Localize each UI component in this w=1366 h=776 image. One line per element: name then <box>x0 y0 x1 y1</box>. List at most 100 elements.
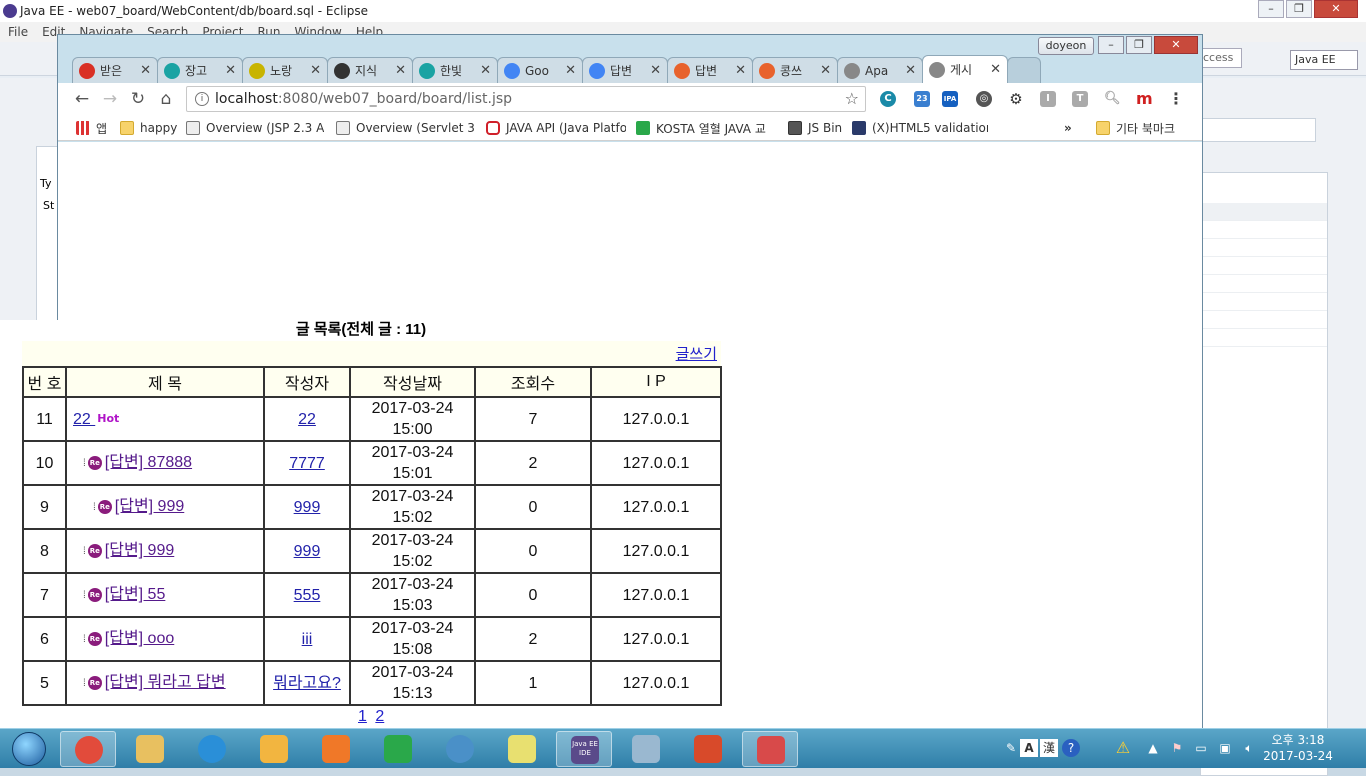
other-bookmarks[interactable]: 기타 북마크 <box>1096 120 1186 136</box>
extension-badge-23-icon[interactable]: 23 <box>914 91 930 107</box>
tab-close-icon[interactable]: ✕ <box>649 63 661 78</box>
taskbar-notepad[interactable] <box>618 731 674 767</box>
tab-close-icon[interactable]: ✕ <box>989 62 1001 77</box>
bookmark-jsbin[interactable]: JS Bin <box>788 120 850 136</box>
close-button[interactable]: ✕ <box>1154 36 1198 54</box>
help-icon[interactable]: ? <box>1062 739 1080 757</box>
extension-m-icon[interactable]: m <box>1136 91 1153 107</box>
tab-10[interactable]: 게시 ✕ <box>922 55 1008 83</box>
tab-7[interactable]: 답변 ✕ <box>667 57 753 83</box>
minimize-button[interactable]: – <box>1098 36 1124 54</box>
taskbar-sticky[interactable] <box>494 731 550 767</box>
bookmark-happy[interactable]: happy <box>120 120 182 136</box>
extension-ipa-icon[interactable]: IPA <box>942 91 958 107</box>
quick-access-field[interactable]: ccess <box>1200 48 1242 68</box>
home-icon[interactable]: ⌂ <box>156 89 176 109</box>
ime-hanja-icon[interactable]: 漢 <box>1040 739 1058 757</box>
warning-icon[interactable]: ⚠ <box>1114 739 1132 757</box>
menu-file[interactable]: File <box>8 22 28 42</box>
new-tab-button[interactable] <box>1007 57 1041 83</box>
tab-4[interactable]: 한빛 ✕ <box>412 57 498 83</box>
outline-search-field[interactable] <box>1200 118 1316 142</box>
tab-close-icon[interactable]: ✕ <box>309 63 321 78</box>
forward-icon[interactable]: → <box>100 89 120 109</box>
post-writer-link[interactable]: 999 <box>294 499 321 516</box>
tab-close-icon[interactable]: ✕ <box>564 63 576 78</box>
action-center-icon[interactable]: ⚑ <box>1168 739 1186 757</box>
post-writer-link[interactable]: 22 <box>298 411 316 428</box>
tab-1[interactable]: 장고 ✕ <box>157 57 243 83</box>
bookmark-java-api[interactable]: JAVA API (Java Platfo <box>486 120 626 136</box>
chrome-menu-icon[interactable]: ⋮ <box>1168 91 1184 107</box>
volume-icon[interactable]: 🔈︎ <box>1240 739 1258 757</box>
tab-3[interactable]: 지식 ✕ <box>327 57 413 83</box>
extension-i-icon[interactable]: I <box>1040 91 1056 107</box>
maximize-button[interactable]: ❐ <box>1126 36 1152 54</box>
extension-c-icon[interactable]: C <box>880 91 896 107</box>
write-post-link[interactable]: 글쓰기 <box>676 343 717 364</box>
tab-close-icon[interactable]: ✕ <box>394 63 406 78</box>
network-icon[interactable]: ▭ <box>1192 739 1210 757</box>
post-subject-link[interactable]: [답변] 87888 <box>105 454 192 471</box>
taskbar-chrome[interactable] <box>60 731 116 767</box>
bookmark-validator[interactable]: (X)HTML5 validation <box>852 120 988 136</box>
post-subject-link[interactable]: [답변] 뭐라고 답변 <box>105 674 226 691</box>
post-subject-link[interactable]: [답변] 999 <box>115 498 184 515</box>
taskbar-network[interactable] <box>432 731 488 767</box>
back-icon[interactable]: ← <box>72 89 92 109</box>
tab-close-icon[interactable]: ✕ <box>904 63 916 78</box>
post-subject-link[interactable]: [답변] ooo <box>105 630 174 647</box>
settings-gear-icon[interactable]: ⚙ <box>1008 91 1024 107</box>
info-icon[interactable]: i <box>195 92 209 106</box>
tab-6[interactable]: 답변 ✕ <box>582 57 668 83</box>
bookmark-kosta[interactable]: KOSTA 열혈 JAVA 교 <box>636 120 776 136</box>
tab-8[interactable]: 콩쓰 ✕ <box>752 57 838 83</box>
taskbar-media[interactable] <box>308 731 364 767</box>
minimize-button[interactable]: – <box>1258 0 1284 18</box>
tab-close-icon[interactable]: ✕ <box>479 63 491 78</box>
post-subject-link[interactable]: [답변] 999 <box>105 542 174 559</box>
taskbar-ie[interactable] <box>184 731 240 767</box>
tools-icon[interactable]: ✎ <box>1002 739 1020 757</box>
tab-0[interactable]: 받은 ✕ <box>72 57 158 83</box>
post-subject-link[interactable]: 22 <box>73 411 95 428</box>
post-writer-link[interactable]: 555 <box>294 587 321 604</box>
taskbar-eraser[interactable] <box>742 731 798 767</box>
page-link-1[interactable]: 1 <box>358 708 367 725</box>
extension-search-icon[interactable]: 🔍︎ <box>1104 91 1121 107</box>
tray-expand-icon[interactable]: ▲ <box>1144 739 1162 757</box>
bookmark-jsp-api[interactable]: Overview (JSP 2.3 API <box>186 120 324 136</box>
taskbar-explorer[interactable] <box>122 731 178 767</box>
bookmark-star-icon[interactable]: ☆ <box>845 89 859 108</box>
clock[interactable]: 오후 3:18 2017-03-24 <box>1258 732 1338 764</box>
tab-2[interactable]: 노랑 ✕ <box>242 57 328 83</box>
bookmarks-overflow-chevron[interactable]: » <box>1064 120 1078 136</box>
tab-close-icon[interactable]: ✕ <box>819 63 831 78</box>
taskbar-javaee[interactable]: Java EE IDE <box>556 731 612 767</box>
extension-reel-icon[interactable]: ◎ <box>976 91 992 107</box>
display-icon[interactable]: ▣ <box>1216 739 1234 757</box>
reload-icon[interactable]: ↻ <box>128 89 148 109</box>
tab-close-icon[interactable]: ✕ <box>139 63 151 78</box>
extension-t-icon[interactable]: T <box>1072 91 1088 107</box>
post-writer-link[interactable]: 7777 <box>289 455 325 472</box>
taskbar-present[interactable] <box>680 731 736 767</box>
bookmark-servlet-api[interactable]: Overview (Servlet 3.1 <box>336 120 474 136</box>
post-writer-link[interactable]: 999 <box>294 543 321 560</box>
post-subject-link[interactable]: [답변] 55 <box>105 586 166 603</box>
tab-close-icon[interactable]: ✕ <box>734 63 746 78</box>
taskbar-paint[interactable] <box>246 731 302 767</box>
tab-9[interactable]: Apa ✕ <box>837 57 923 83</box>
tab-close-icon[interactable]: ✕ <box>224 63 236 78</box>
post-writer-link[interactable]: 뭐라고요? <box>273 675 341 692</box>
post-writer-link[interactable]: iii <box>302 631 313 648</box>
maximize-button[interactable]: ❐ <box>1286 0 1312 18</box>
taskbar-stocks[interactable] <box>370 731 426 767</box>
close-button[interactable]: ✕ <box>1314 0 1358 18</box>
ime-a-icon[interactable]: A <box>1020 739 1038 757</box>
profile-button[interactable]: doyeon <box>1038 37 1094 55</box>
page-link-2[interactable]: 2 <box>375 708 384 725</box>
url-text[interactable]: localhost:8080/web07_board/board/list.js… <box>215 87 512 111</box>
perspective-java-ee[interactable]: Java EE <box>1290 50 1358 70</box>
tab-5[interactable]: Goo ✕ <box>497 57 583 83</box>
